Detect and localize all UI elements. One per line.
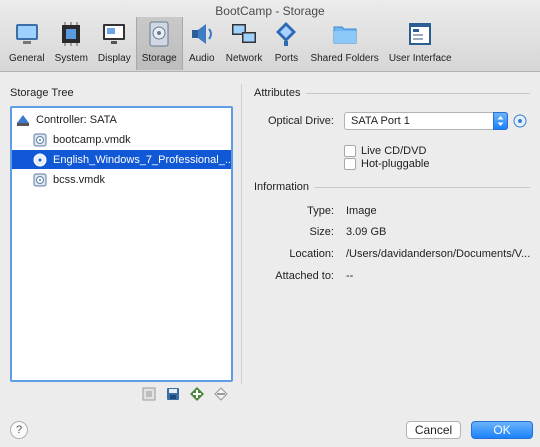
help-button[interactable]: ? <box>10 421 28 439</box>
add-controller-icon[interactable] <box>141 386 157 402</box>
location-label: Location: <box>289 248 334 260</box>
tree-action-buttons <box>133 386 229 402</box>
hard-disk-icon <box>33 173 47 186</box>
tree-item-selected[interactable]: English_Windows_7_Professional_... <box>12 150 231 169</box>
toolbar-ports[interactable]: Ports <box>267 17 305 70</box>
type-value: Image <box>346 205 377 217</box>
attached-to-value: -- <box>346 270 354 282</box>
choose-disk-icon[interactable] <box>513 114 527 128</box>
toolbar-network[interactable]: Network <box>221 17 268 70</box>
storage-icon <box>149 21 169 47</box>
size-label: Size: <box>309 226 334 238</box>
add-attachment-icon[interactable] <box>189 386 205 402</box>
user-interface-icon <box>409 23 432 45</box>
general-icon <box>15 24 38 44</box>
hard-disk-icon <box>33 133 47 146</box>
ok-button[interactable]: OK <box>471 421 533 439</box>
toolbar-audio[interactable]: Audio <box>183 17 221 70</box>
toolbar-display[interactable]: Display <box>93 17 136 70</box>
storage-tree[interactable]: Controller: SATA bootcamp.vmdk English_W… <box>10 106 233 382</box>
remove-attachment-icon[interactable] <box>213 386 229 402</box>
pane-divider <box>241 84 242 384</box>
tree-item[interactable]: bootcamp.vmdk <box>12 130 231 149</box>
toolbar-general[interactable]: General <box>4 17 50 70</box>
settings-toolbar: General System Display Storage Audio Net… <box>4 17 457 71</box>
toolbar-storage[interactable]: Storage <box>135 17 183 70</box>
attached-to-label: Attached to: <box>275 270 334 282</box>
display-icon <box>103 24 126 44</box>
virtualbox-settings-window: BootCamp - Storage General System Displa… <box>0 0 540 447</box>
information-divider <box>314 187 530 188</box>
chip-icon <box>62 22 81 46</box>
toolbar-user-interface[interactable]: User Interface <box>384 17 457 70</box>
folder-icon <box>333 26 357 44</box>
title-toolbar: BootCamp - Storage General System Displa… <box>0 0 540 72</box>
live-cd-checkbox-row[interactable]: Live CD/DVD <box>344 145 426 157</box>
optical-drive-label: Optical Drive: <box>267 115 334 127</box>
window-title: BootCamp - Storage <box>215 4 325 18</box>
hot-pluggable-checkbox-row[interactable]: Hot-pluggable <box>344 158 430 170</box>
information-heading: Information <box>254 181 310 193</box>
tree-item[interactable]: bcss.vmdk <box>12 170 231 189</box>
toolbar-system[interactable]: System <box>50 17 93 70</box>
select-arrow <box>493 112 508 130</box>
storage-tree-heading: Storage Tree <box>10 87 74 99</box>
location-value: /Users/davidanderson/Documents/V... <box>346 248 531 260</box>
tree-controller-sata[interactable]: Controller: SATA <box>12 110 231 129</box>
remove-controller-icon[interactable] <box>165 386 181 402</box>
cancel-button[interactable]: Cancel <box>406 421 461 439</box>
ports-icon <box>276 22 297 46</box>
attributes-divider <box>306 93 530 94</box>
live-cd-checkbox[interactable] <box>344 145 356 157</box>
optical-disc-icon <box>33 153 47 166</box>
hot-pluggable-checkbox[interactable] <box>344 158 356 170</box>
controller-icon <box>17 114 29 126</box>
network-icon <box>232 24 257 43</box>
type-label: Type: <box>307 205 334 217</box>
toolbar-shared-folders[interactable]: Shared Folders <box>305 17 383 70</box>
attributes-heading: Attributes <box>254 87 301 99</box>
chevron-updown-icon <box>497 116 504 126</box>
speaker-icon <box>191 24 212 44</box>
size-value: 3.09 GB <box>346 226 387 238</box>
optical-drive-select[interactable]: SATA Port 1 <box>344 112 508 130</box>
